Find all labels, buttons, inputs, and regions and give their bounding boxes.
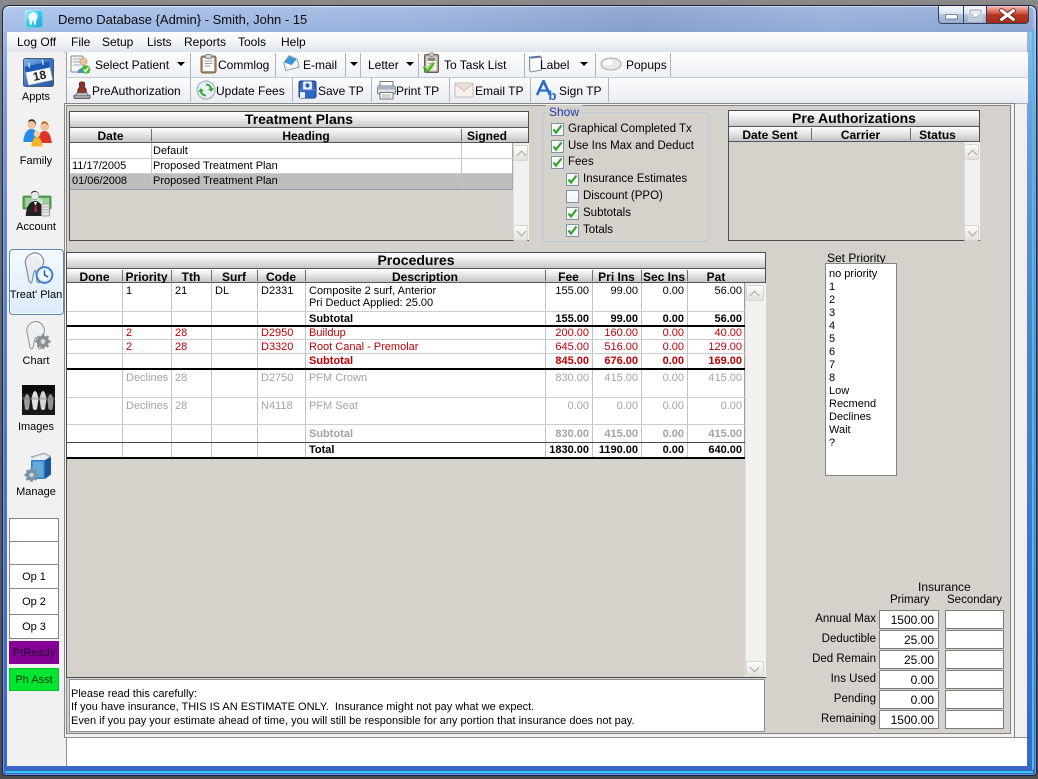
svg-text:b: b [549,88,557,101]
